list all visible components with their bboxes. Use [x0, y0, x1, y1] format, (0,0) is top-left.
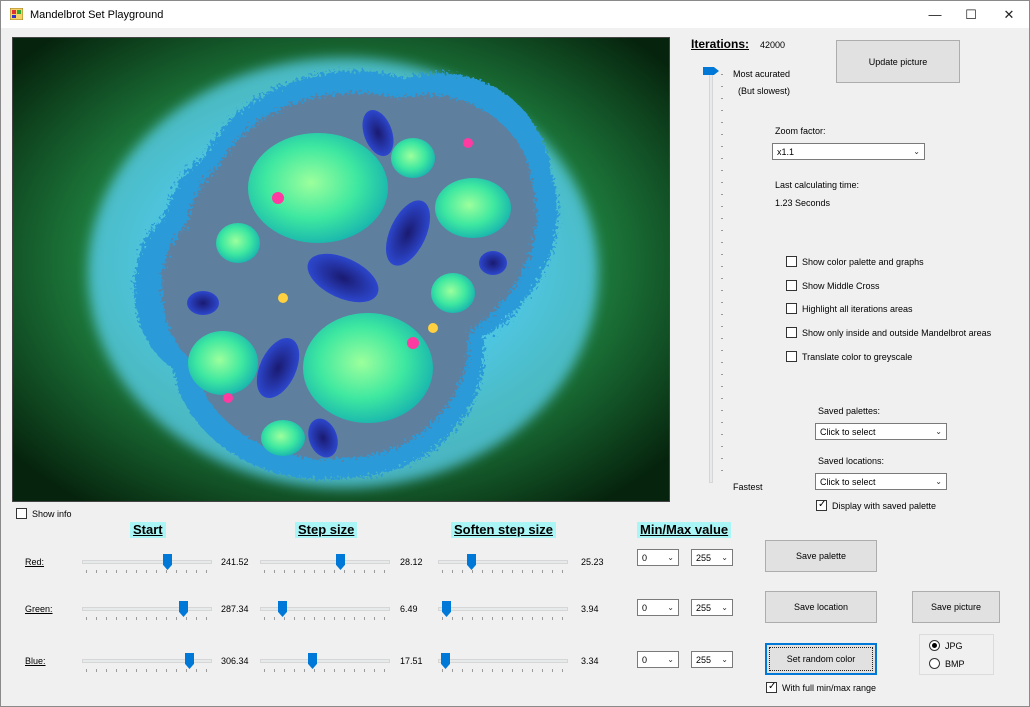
slider-top-sublabel: (But slowest) — [738, 86, 791, 96]
chevron-down-icon: ⌄ — [935, 477, 942, 486]
green-step-slider[interactable] — [260, 600, 390, 624]
checkbox[interactable] — [786, 351, 797, 362]
slider-top-label: Most acurated — [733, 69, 791, 79]
iterations-slider-thumb[interactable] — [703, 67, 719, 75]
option-show-middle-cross[interactable]: Show Middle Cross — [786, 280, 880, 291]
iterations-label: Iterations: — [691, 37, 750, 51]
blue-step-value: 17.51 — [400, 656, 423, 666]
format-jpg-radio[interactable]: JPG — [929, 640, 963, 651]
chevron-down-icon: ⌄ — [667, 655, 674, 664]
fractal-picture[interactable] — [12, 37, 670, 502]
header-step-size: Step size — [295, 522, 358, 538]
radio-selected[interactable] — [929, 640, 940, 651]
slider-bottom-label: Fastest — [733, 482, 763, 492]
checkbox[interactable] — [786, 327, 797, 338]
blue-max-select[interactable]: 255 ⌄ — [691, 651, 733, 668]
green-step-value: 6.49 — [400, 604, 418, 614]
display-saved-palette-checkbox[interactable]: Display with saved palette — [816, 499, 936, 511]
red-start-value: 241.52 — [221, 557, 249, 567]
checkbox[interactable] — [16, 508, 27, 519]
window-title: Mandelbrot Set Playground — [30, 9, 164, 21]
slider-thumb[interactable] — [185, 653, 194, 669]
row-label-red: Red: — [25, 557, 45, 567]
checkbox[interactable] — [786, 280, 797, 291]
fractal-image — [13, 38, 669, 501]
green-soften-value: 3.94 — [581, 604, 599, 614]
palette-app-icon — [10, 8, 23, 20]
red-step-slider[interactable] — [260, 553, 390, 577]
slider-thumb[interactable] — [442, 601, 451, 617]
chevron-down-icon: ⌄ — [721, 603, 728, 612]
zoom-label: Zoom factor: — [775, 126, 826, 136]
chevron-down-icon: ⌄ — [667, 553, 674, 562]
saved-locations-label: Saved locations: — [818, 456, 885, 466]
slider-thumb[interactable] — [467, 554, 476, 570]
header-start: Start — [130, 522, 166, 538]
show-info-checkbox[interactable]: Show info — [16, 508, 72, 519]
maximize-button[interactable]: ☐ — [952, 1, 990, 28]
saved-palettes-label: Saved palettes: — [818, 406, 881, 416]
chevron-down-icon: ⌄ — [935, 427, 942, 436]
header-min-max: Min/Max value — [637, 522, 732, 538]
iterations-value: 42000 — [760, 40, 786, 50]
green-max-select[interactable]: 255 ⌄ — [691, 599, 733, 616]
green-start-value: 287.34 — [221, 604, 249, 614]
slider-thumb[interactable] — [336, 554, 345, 570]
checkbox[interactable] — [816, 499, 827, 511]
slider-thumb[interactable] — [179, 601, 188, 617]
radio-unselected[interactable] — [929, 658, 940, 669]
green-start-slider[interactable] — [82, 600, 212, 624]
save-palette-button[interactable]: Save palette — [765, 540, 877, 572]
red-step-value: 28.12 — [400, 557, 423, 567]
format-bmp-radio[interactable]: BMP — [929, 658, 965, 669]
option-highlight-iterations[interactable]: Highlight all iterations areas — [786, 303, 913, 314]
red-max-select[interactable]: 255 ⌄ — [691, 549, 733, 566]
blue-start-value: 306.34 — [221, 656, 249, 666]
option-show-palette[interactable]: Show color palette and graphs — [786, 256, 924, 267]
green-min-select[interactable]: 0 ⌄ — [637, 599, 679, 616]
checkbox[interactable] — [786, 303, 797, 314]
slider-thumb[interactable] — [163, 554, 172, 570]
saved-locations-select[interactable]: Click to select ⌄ — [815, 473, 947, 490]
title-bar: Mandelbrot Set Playground — ☐ ✕ — [1, 1, 1029, 28]
blue-start-slider[interactable] — [82, 652, 212, 676]
blue-step-slider[interactable] — [260, 652, 390, 676]
red-soften-value: 25.23 — [581, 557, 604, 567]
chevron-down-icon: ⌄ — [721, 655, 728, 664]
update-picture-button[interactable]: Update picture — [836, 40, 960, 83]
checkbox[interactable] — [786, 256, 797, 267]
calc-time-value: 1.23 Seconds — [775, 198, 831, 208]
red-start-slider[interactable] — [82, 553, 212, 577]
blue-soften-slider[interactable] — [438, 652, 568, 676]
red-min-select[interactable]: 0 ⌄ — [637, 549, 679, 566]
slider-thumb[interactable] — [308, 653, 317, 669]
row-label-blue: Blue: — [25, 656, 46, 666]
zoom-select[interactable]: x1.1 ⌄ — [772, 143, 925, 160]
checkbox[interactable] — [766, 681, 777, 693]
header-soften-step-size: Soften step size — [451, 522, 556, 538]
slider-thumb[interactable] — [441, 653, 450, 669]
red-soften-slider[interactable] — [438, 553, 568, 577]
saved-palettes-select[interactable]: Click to select ⌄ — [815, 423, 947, 440]
full-range-checkbox[interactable]: With full min/max range — [766, 681, 876, 693]
chevron-down-icon: ⌄ — [913, 147, 920, 156]
blue-min-select[interactable]: 0 ⌄ — [637, 651, 679, 668]
blue-soften-value: 3.34 — [581, 656, 599, 666]
chevron-down-icon: ⌄ — [721, 553, 728, 562]
set-random-color-button[interactable]: Set random color — [765, 643, 877, 675]
minimize-button[interactable]: — — [916, 1, 954, 28]
option-inside-outside[interactable]: Show only inside and outside Mandelbrot … — [786, 327, 991, 338]
row-label-green: Green: — [25, 604, 53, 614]
chevron-down-icon: ⌄ — [667, 603, 674, 612]
save-picture-button[interactable]: Save picture — [912, 591, 1000, 623]
option-greyscale[interactable]: Translate color to greyscale — [786, 351, 912, 362]
green-soften-slider[interactable] — [438, 600, 568, 624]
close-button[interactable]: ✕ — [990, 1, 1028, 28]
save-location-button[interactable]: Save location — [765, 591, 877, 623]
slider-thumb[interactable] — [278, 601, 287, 617]
calc-time-label: Last calculating time: — [775, 180, 860, 190]
